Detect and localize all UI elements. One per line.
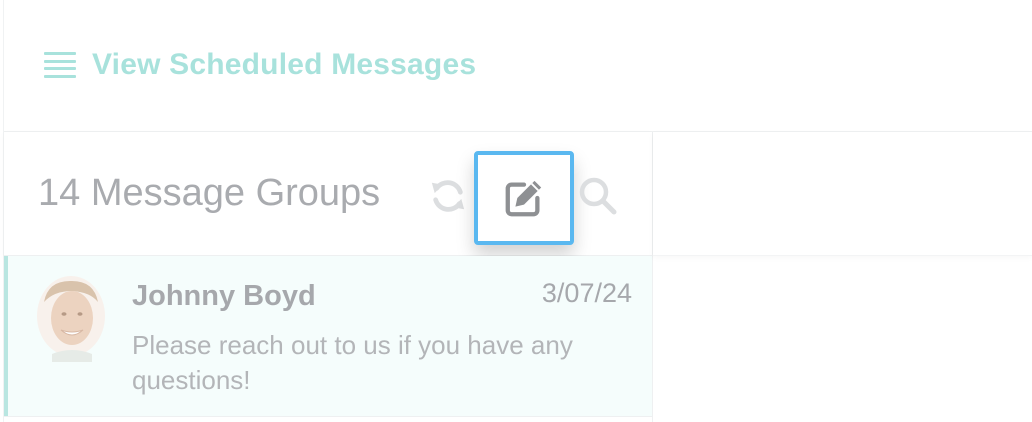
- search-button[interactable]: [578, 176, 618, 216]
- refresh-icon: [431, 180, 465, 212]
- conversation-detail-header: [653, 132, 1032, 256]
- contact-name: Johnny Boyd: [132, 280, 316, 312]
- compose-icon: [505, 180, 542, 217]
- top-bar: View Scheduled Messages: [4, 0, 1032, 132]
- view-scheduled-messages-link[interactable]: View Scheduled Messages: [44, 44, 476, 86]
- message-groups-title: 14 Message Groups: [38, 172, 381, 214]
- app-page: View Scheduled Messages 14 Message Group…: [0, 0, 1032, 422]
- message-groups-panel: 14 Message Groups Johnny Boyd 3/07/24 Pl…: [4, 132, 653, 422]
- refresh-button[interactable]: [428, 176, 468, 216]
- avatar: [34, 276, 108, 362]
- message-group-row[interactable]: Johnny Boyd 3/07/24 Please reach out to …: [4, 256, 652, 417]
- search-icon: [579, 177, 617, 215]
- message-date: 3/07/24: [541, 278, 632, 308]
- hamburger-menu-icon: [44, 52, 76, 78]
- view-scheduled-messages-label: View Scheduled Messages: [92, 48, 477, 81]
- message-groups-header: 14 Message Groups: [4, 132, 652, 256]
- selected-row-indicator: [4, 256, 8, 416]
- compose-message-button[interactable]: [474, 151, 574, 245]
- message-preview: Please reach out to us if you have any q…: [132, 330, 573, 395]
